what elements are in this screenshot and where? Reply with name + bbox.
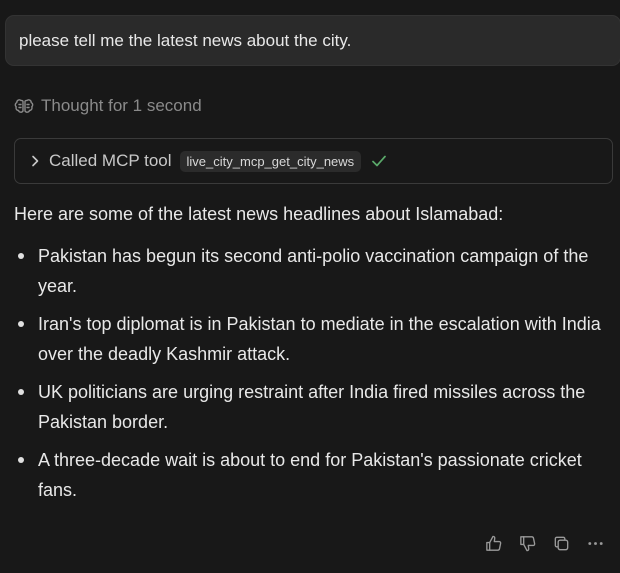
thought-text: Thought for 1 second xyxy=(41,96,202,115)
user-message-text: please tell me the latest news about the… xyxy=(19,31,352,50)
user-message-bubble: please tell me the latest news about the… xyxy=(5,15,620,66)
list-item: Iran's top diplomat is in Pakistan to me… xyxy=(14,309,614,369)
tool-call-label: Called MCP tool xyxy=(49,151,172,170)
list-item: Pakistan has begun its second anti-polio… xyxy=(14,241,614,301)
mcp-tool-call[interactable]: Called MCP tool live_city_mcp_get_city_n… xyxy=(14,138,613,184)
thumbs-down-icon[interactable] xyxy=(517,533,538,554)
tool-name-chip: live_city_mcp_get_city_news xyxy=(179,150,362,172)
copy-icon[interactable] xyxy=(551,533,572,554)
more-icon[interactable] xyxy=(585,533,606,554)
check-icon xyxy=(370,152,388,170)
chevron-right-icon[interactable] xyxy=(28,154,42,168)
list-item: UK politicians are urging restraint afte… xyxy=(14,377,614,437)
thought-indicator[interactable]: Thought for 1 second xyxy=(14,96,202,116)
response-intro: Here are some of the latest news headlin… xyxy=(14,204,504,224)
news-list: Pakistan has begun its second anti-polio… xyxy=(14,241,614,513)
list-item: A three-decade wait is about to end for … xyxy=(14,445,614,505)
brain-icon xyxy=(14,96,34,116)
message-actions xyxy=(483,533,606,554)
thumbs-up-icon[interactable] xyxy=(483,533,504,554)
